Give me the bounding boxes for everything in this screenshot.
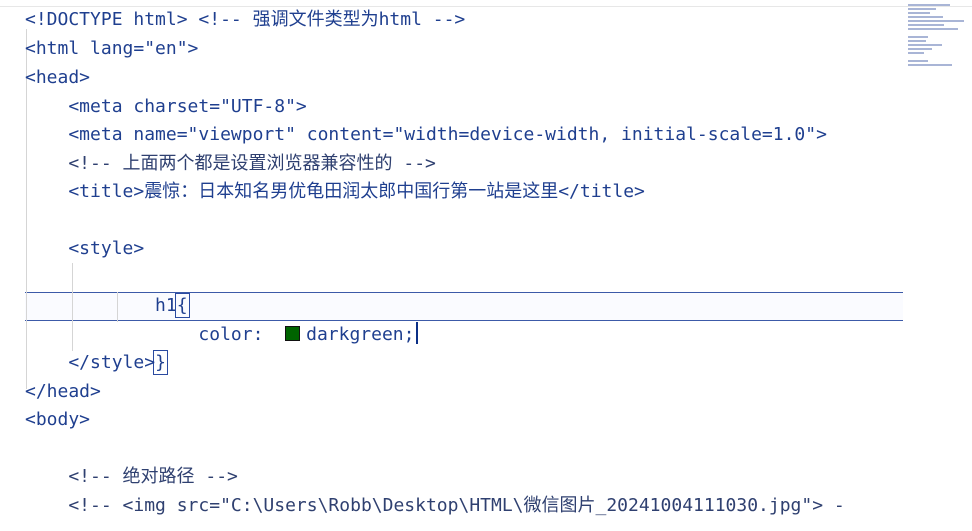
code-line-selector: h1{ bbox=[25, 263, 190, 318]
minimap-line bbox=[908, 40, 926, 42]
minimap-line bbox=[908, 20, 964, 22]
code-line-body-open: <body> bbox=[25, 409, 91, 430]
code-line-style-open: <style> bbox=[25, 238, 145, 259]
code-line-img-comment: <!-- <img src="C:\Users\Robb\Desktop\HTM… bbox=[25, 495, 845, 516]
minimap-line bbox=[908, 28, 958, 30]
minimap-line bbox=[908, 4, 950, 6]
code-line-doctype: <!DOCTYPE html> <!-- 强调文件类型为html --> bbox=[25, 9, 466, 30]
code-line-html: <html lang="en"> bbox=[25, 38, 199, 59]
minimap-line bbox=[908, 16, 943, 18]
code-line-absolute-path-comment: <!-- 绝对路径 --> bbox=[25, 466, 238, 487]
code-line-style-close: </style> bbox=[25, 352, 156, 373]
close-brace: } bbox=[153, 349, 168, 375]
code-line-head-open: <head> bbox=[25, 67, 91, 88]
code-line-meta-charset: <meta charset="UTF-8"> bbox=[25, 96, 307, 117]
text-cursor bbox=[415, 321, 418, 344]
minimap-line bbox=[908, 8, 936, 10]
minimap-line bbox=[908, 36, 928, 38]
minimap-line bbox=[908, 44, 942, 46]
code-line-comment: <!-- 上面两个都是设置浏览器兼容性的 --> bbox=[25, 153, 436, 174]
minimap-line bbox=[908, 52, 924, 54]
code-line-close-brace: } bbox=[25, 320, 168, 375]
minimap-line bbox=[908, 12, 930, 14]
code-line-head-close: </head> bbox=[25, 381, 101, 402]
code-line-meta-viewport: <meta name="viewport" content="width=dev… bbox=[25, 124, 827, 145]
property-value: darkgreen bbox=[306, 323, 404, 345]
code-line-title: <title>震惊：日本知名男优龟田润太郎中国行第一站是这里</title> bbox=[25, 181, 645, 202]
semicolon: ; bbox=[403, 323, 415, 345]
code-editor[interactable]: <!DOCTYPE html> <!-- 强调文件类型为html --> <ht… bbox=[0, 0, 906, 531]
minimap-line bbox=[908, 60, 928, 62]
minimap-line bbox=[908, 64, 952, 66]
minimap-line bbox=[908, 24, 944, 26]
color-swatch-icon[interactable] bbox=[285, 325, 301, 341]
minimap-line bbox=[908, 48, 932, 50]
minimap[interactable] bbox=[908, 0, 972, 80]
code-line-color-property[interactable]: color: darkgreen; bbox=[25, 292, 418, 345]
